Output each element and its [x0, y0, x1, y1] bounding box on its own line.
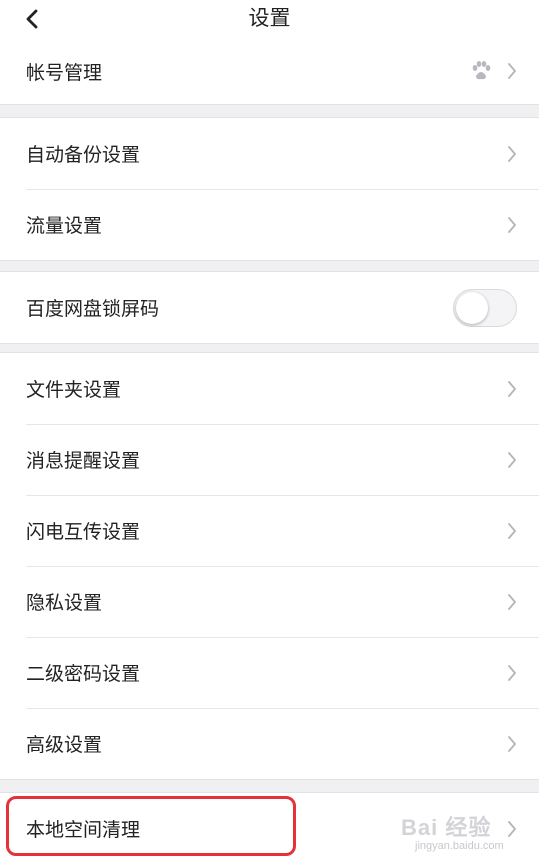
page-title: 设置 [248, 6, 291, 30]
notification-settings-item[interactable]: 消息提醒设置 [0, 424, 539, 495]
account-management-label: 帐号管理 [26, 61, 103, 84]
baidu-paw-icon [472, 61, 491, 80]
chevron-right-icon [508, 522, 516, 539]
backup-group: 自动备份设置 流量设置 [0, 117, 539, 261]
auto-backup-label: 自动备份设置 [26, 144, 141, 166]
lock-group: 百度网盘锁屏码 [0, 271, 539, 344]
traffic-settings-item[interactable]: 流量设置 [0, 189, 539, 260]
advanced-settings-item[interactable]: 高级设置 [0, 708, 539, 779]
chevron-right-icon [508, 451, 516, 468]
header-bar: 设置 [0, 0, 539, 38]
privacy-settings-item[interactable]: 隐私设置 [0, 566, 539, 637]
account-management-item[interactable]: 帐号管理 [0, 38, 539, 104]
watermark-url: jingyan.baidu.com [415, 840, 504, 852]
chevron-right-icon [508, 664, 516, 681]
secondary-password-settings-item[interactable]: 二级密码设置 [0, 637, 539, 708]
lock-screen-code-item: 百度网盘锁屏码 [0, 272, 539, 343]
privacy-settings-label: 隐私设置 [26, 592, 103, 614]
folder-settings-label: 文件夹设置 [26, 379, 122, 401]
baidu-jingyan-watermark: Bai 经验 jingyan.baidu.com [401, 808, 521, 858]
traffic-settings-label: 流量设置 [26, 215, 103, 237]
local-space-cleanup-label: 本地空间清理 [26, 819, 141, 841]
notification-settings-label: 消息提醒设置 [26, 450, 141, 472]
lock-screen-code-label: 百度网盘锁屏码 [26, 298, 160, 320]
chevron-right-icon [508, 380, 516, 397]
folder-settings-item[interactable]: 文件夹设置 [0, 353, 539, 424]
auto-backup-item[interactable]: 自动备份设置 [0, 118, 539, 189]
chevron-right-icon [508, 735, 516, 752]
chevron-right-icon [508, 216, 516, 233]
account-group: 帐号管理 [0, 38, 539, 105]
chevron-right-icon [508, 593, 516, 610]
toggle-knob [456, 291, 488, 324]
secondary-password-settings-label: 二级密码设置 [26, 663, 141, 685]
lock-screen-toggle[interactable] [453, 288, 517, 327]
chevron-right-icon [508, 145, 516, 162]
advanced-settings-label: 高级设置 [26, 734, 103, 756]
settings-group: 文件夹设置 消息提醒设置 闪电互传设置 隐私设置 二级密码设置 高级设置 [0, 352, 539, 780]
flash-transfer-settings-label: 闪电互传设置 [26, 521, 141, 543]
watermark-text: Bai 经验 [401, 815, 492, 840]
chevron-right-icon [508, 63, 516, 79]
flash-transfer-settings-item[interactable]: 闪电互传设置 [0, 495, 539, 566]
